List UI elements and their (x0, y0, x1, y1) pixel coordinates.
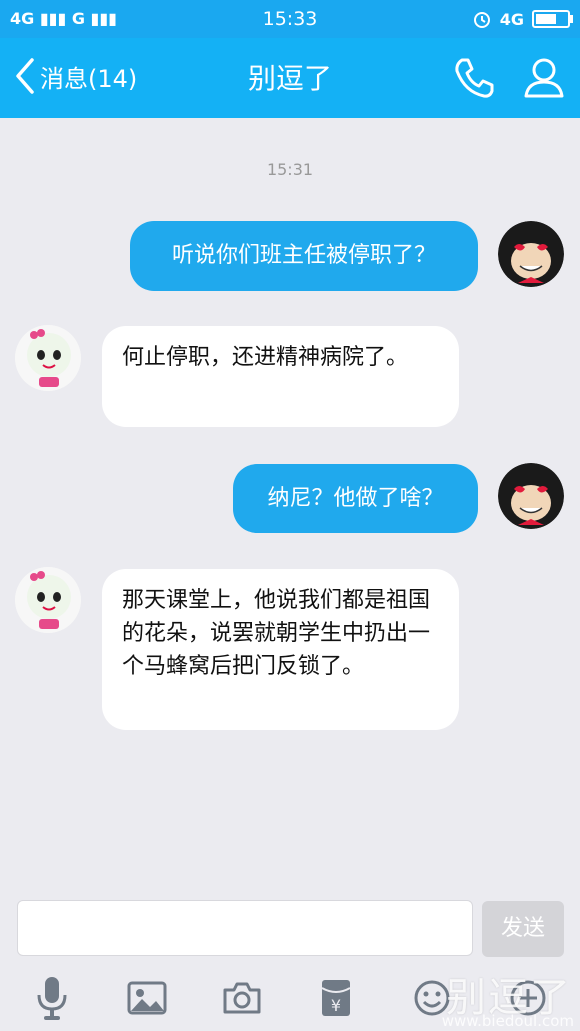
chat-timestamp: 15:31 (266, 160, 314, 179)
girl-avatar-icon (15, 567, 81, 633)
battery-icon (532, 10, 573, 28)
svg-text:¥: ¥ (331, 996, 341, 1015)
phone-call-button[interactable] (450, 54, 498, 102)
chat-bubble-received[interactable]: 那天课堂上，他说我们都是祖国的花朵，说罢就朝学生中扔出一个马蜂窝后把门反锁了。 (102, 569, 459, 730)
network-type: 4G (499, 9, 524, 29)
watermark-url: www.biedoul.com (441, 1012, 574, 1030)
message-input[interactable] (17, 900, 473, 956)
alarm-icon (473, 12, 490, 28)
user-icon (524, 58, 564, 98)
send-button[interactable]: 发送 (482, 901, 564, 957)
my-avatar[interactable] (498, 463, 564, 529)
image-button[interactable] (123, 972, 171, 1024)
message-text: 纳尼？他做了啥？ (267, 486, 444, 511)
image-icon (127, 981, 167, 1015)
status-right: 4G (472, 9, 573, 29)
red-packet-icon: ¥ (321, 980, 351, 1016)
message-text: 那天课堂上，他说我们都是祖国的花朵，说罢就朝学生中扔出一个马蜂窝后把门反锁了。 (122, 588, 431, 679)
phone-icon (455, 58, 494, 98)
camera-icon (223, 982, 261, 1014)
message-text: 何止停职，还进精神病院了。 (122, 345, 409, 370)
friend-avatar[interactable] (15, 567, 81, 633)
girl-avatar-icon (15, 325, 81, 391)
voice-button[interactable] (28, 972, 76, 1024)
monkey-avatar-icon (498, 463, 564, 529)
microphone-icon (37, 977, 67, 1020)
title-bar: 消息(14) 别逗了 (0, 38, 580, 118)
message-text: 听说你们班主任被停职了？ (171, 243, 436, 268)
friend-avatar[interactable] (15, 325, 81, 391)
chat-bubble-received[interactable]: 何止停职，还进精神病院了。 (102, 326, 459, 427)
monkey-avatar-icon (498, 221, 564, 287)
status-bar: 4G ▮▮▮ G ▮▮▮ 15:33 4G (0, 0, 580, 38)
camera-button[interactable] (218, 972, 266, 1024)
red-packet-button[interactable]: ¥ (312, 972, 360, 1024)
chat-bubble-sent[interactable]: 纳尼？他做了啥？ (233, 464, 478, 533)
my-avatar[interactable] (498, 221, 564, 287)
profile-button[interactable] (520, 54, 568, 102)
chat-bubble-sent[interactable]: 听说你们班主任被停职了？ (130, 221, 478, 291)
